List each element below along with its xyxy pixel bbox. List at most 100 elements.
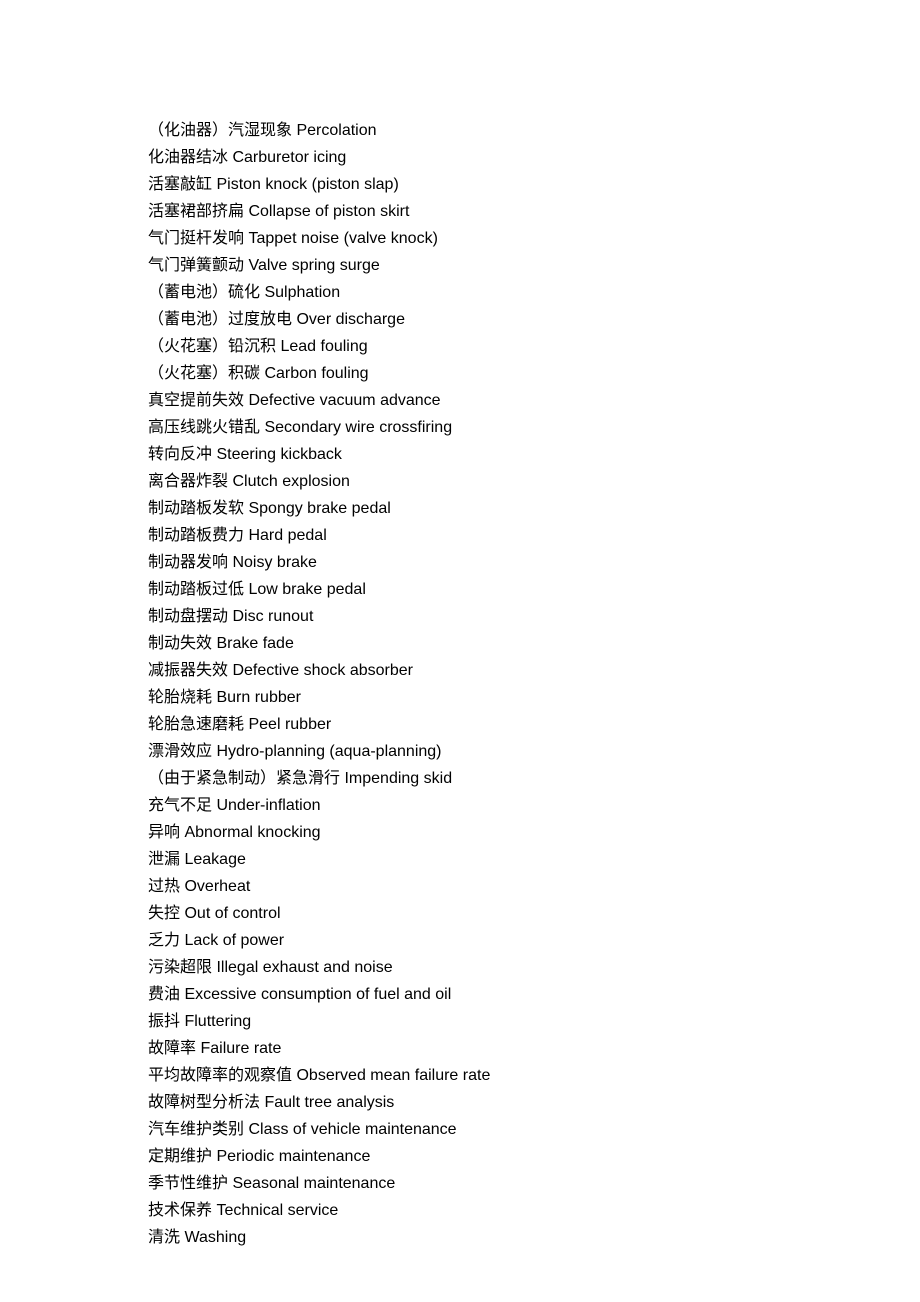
term-chinese: 漂滑效应 [148,743,212,760]
term-english: Carburetor icing [232,149,346,166]
term-line: 故障树型分析法 Fault tree analysis [148,1089,820,1116]
term-line: 高压线跳火错乱 Secondary wire crossfiring [148,414,820,441]
term-english: Hydro-planning (aqua-planning) [216,743,441,760]
term-chinese: 清洗 [148,1229,180,1246]
term-chinese: 气门弹簧颤动 [148,257,244,274]
term-line: 乏力 Lack of power [148,927,820,954]
term-line: 异响 Abnormal knocking [148,819,820,846]
term-english: Overheat [184,878,250,895]
term-line: （蓄电池）过度放电 Over discharge [148,306,820,333]
term-chinese: 异响 [148,824,180,841]
term-chinese: （化油器）汽湿现象 [148,122,292,139]
term-chinese: 乏力 [148,932,180,949]
term-chinese: 真空提前失效 [148,392,244,409]
term-line: 制动器发响 Noisy brake [148,549,820,576]
term-line: 季节性维护 Seasonal maintenance [148,1170,820,1197]
term-english: Noisy brake [232,554,316,571]
term-english: Clutch explosion [232,473,349,490]
term-english: Sulphation [264,284,340,301]
term-english: Secondary wire crossfiring [264,419,452,436]
term-english: Failure rate [200,1040,281,1057]
term-chinese: 活塞敲缸 [148,176,212,193]
term-english: Burn rubber [216,689,301,706]
term-english: Valve spring surge [248,257,379,274]
term-line: 技术保养 Technical service [148,1197,820,1224]
term-line: 真空提前失效 Defective vacuum advance [148,387,820,414]
term-chinese: （蓄电池）硫化 [148,284,260,301]
term-chinese: 过热 [148,878,180,895]
term-chinese: 制动踏板过低 [148,581,244,598]
term-english: Peel rubber [248,716,331,733]
term-chinese: 费油 [148,986,180,1003]
document-content: （化油器）汽湿现象 Percolation化油器结冰 Carburetor ic… [0,0,920,1251]
term-chinese: （火花塞）铅沉积 [148,338,276,355]
term-line: 费油 Excessive consumption of fuel and oil [148,981,820,1008]
term-english: Fluttering [184,1013,251,1030]
term-english: Hard pedal [248,527,326,544]
term-english: Illegal exhaust and noise [216,959,392,976]
term-line: 失控 Out of control [148,900,820,927]
term-line: 活塞裙部挤扁 Collapse of piston skirt [148,198,820,225]
term-line: 气门弹簧颤动 Valve spring surge [148,252,820,279]
term-english: Impending skid [344,770,452,787]
term-chinese: 故障树型分析法 [148,1094,260,1111]
term-chinese: 振抖 [148,1013,180,1030]
term-chinese: （火花塞）积碳 [148,365,260,382]
term-chinese: 高压线跳火错乱 [148,419,260,436]
term-chinese: 泄漏 [148,851,180,868]
term-chinese: 故障率 [148,1040,196,1057]
term-line: 转向反冲 Steering kickback [148,441,820,468]
term-english: Technical service [216,1202,338,1219]
term-line: （由于紧急制动）紧急滑行 Impending skid [148,765,820,792]
term-english: Under-inflation [216,797,320,814]
term-line: （火花塞）铅沉积 Lead fouling [148,333,820,360]
term-chinese: 减振器失效 [148,662,228,679]
term-english: Leakage [184,851,245,868]
term-english: Class of vehicle maintenance [248,1121,456,1138]
term-english: Spongy brake pedal [248,500,390,517]
term-line: 制动踏板费力 Hard pedal [148,522,820,549]
term-line: 清洗 Washing [148,1224,820,1251]
term-chinese: 污染超限 [148,959,212,976]
term-line: （火花塞）积碳 Carbon fouling [148,360,820,387]
term-chinese: 定期维护 [148,1148,212,1165]
term-line: 减振器失效 Defective shock absorber [148,657,820,684]
term-english: Lead fouling [280,338,367,355]
term-english: Piston knock (piston slap) [216,176,398,193]
term-chinese: 气门挺杆发响 [148,230,244,247]
term-chinese: 活塞裙部挤扁 [148,203,244,220]
term-line: 化油器结冰 Carburetor icing [148,144,820,171]
term-chinese: 平均故障率的观察值 [148,1067,292,1084]
term-chinese: （由于紧急制动）紧急滑行 [148,770,340,787]
term-english: Periodic maintenance [216,1148,370,1165]
term-line: 离合器炸裂 Clutch explosion [148,468,820,495]
term-line: 制动盘摆动 Disc runout [148,603,820,630]
term-chinese: 制动盘摆动 [148,608,228,625]
term-english: Tappet noise (valve knock) [248,230,437,247]
term-line: 振抖 Fluttering [148,1008,820,1035]
term-line: 定期维护 Periodic maintenance [148,1143,820,1170]
term-line: 漂滑效应 Hydro-planning (aqua-planning) [148,738,820,765]
term-chinese: 失控 [148,905,180,922]
term-chinese: 离合器炸裂 [148,473,228,490]
term-line: 轮胎急速磨耗 Peel rubber [148,711,820,738]
term-english: Seasonal maintenance [232,1175,395,1192]
term-chinese: 制动踏板发软 [148,500,244,517]
term-english: Excessive consumption of fuel and oil [184,986,451,1003]
term-line: （化油器）汽湿现象 Percolation [148,117,820,144]
term-english: Washing [184,1229,246,1246]
term-english: Lack of power [184,932,284,949]
term-chinese: 制动踏板费力 [148,527,244,544]
term-chinese: 转向反冲 [148,446,212,463]
term-chinese: 汽车维护类别 [148,1121,244,1138]
term-chinese: 技术保养 [148,1202,212,1219]
term-chinese: 轮胎急速磨耗 [148,716,244,733]
term-line: 平均故障率的观察值 Observed mean failure rate [148,1062,820,1089]
term-line: 活塞敲缸 Piston knock (piston slap) [148,171,820,198]
term-english: Fault tree analysis [264,1094,394,1111]
term-line: 污染超限 Illegal exhaust and noise [148,954,820,981]
term-line: （蓄电池）硫化 Sulphation [148,279,820,306]
term-english: Observed mean failure rate [296,1067,490,1084]
term-line: 气门挺杆发响 Tappet noise (valve knock) [148,225,820,252]
term-line: 过热 Overheat [148,873,820,900]
